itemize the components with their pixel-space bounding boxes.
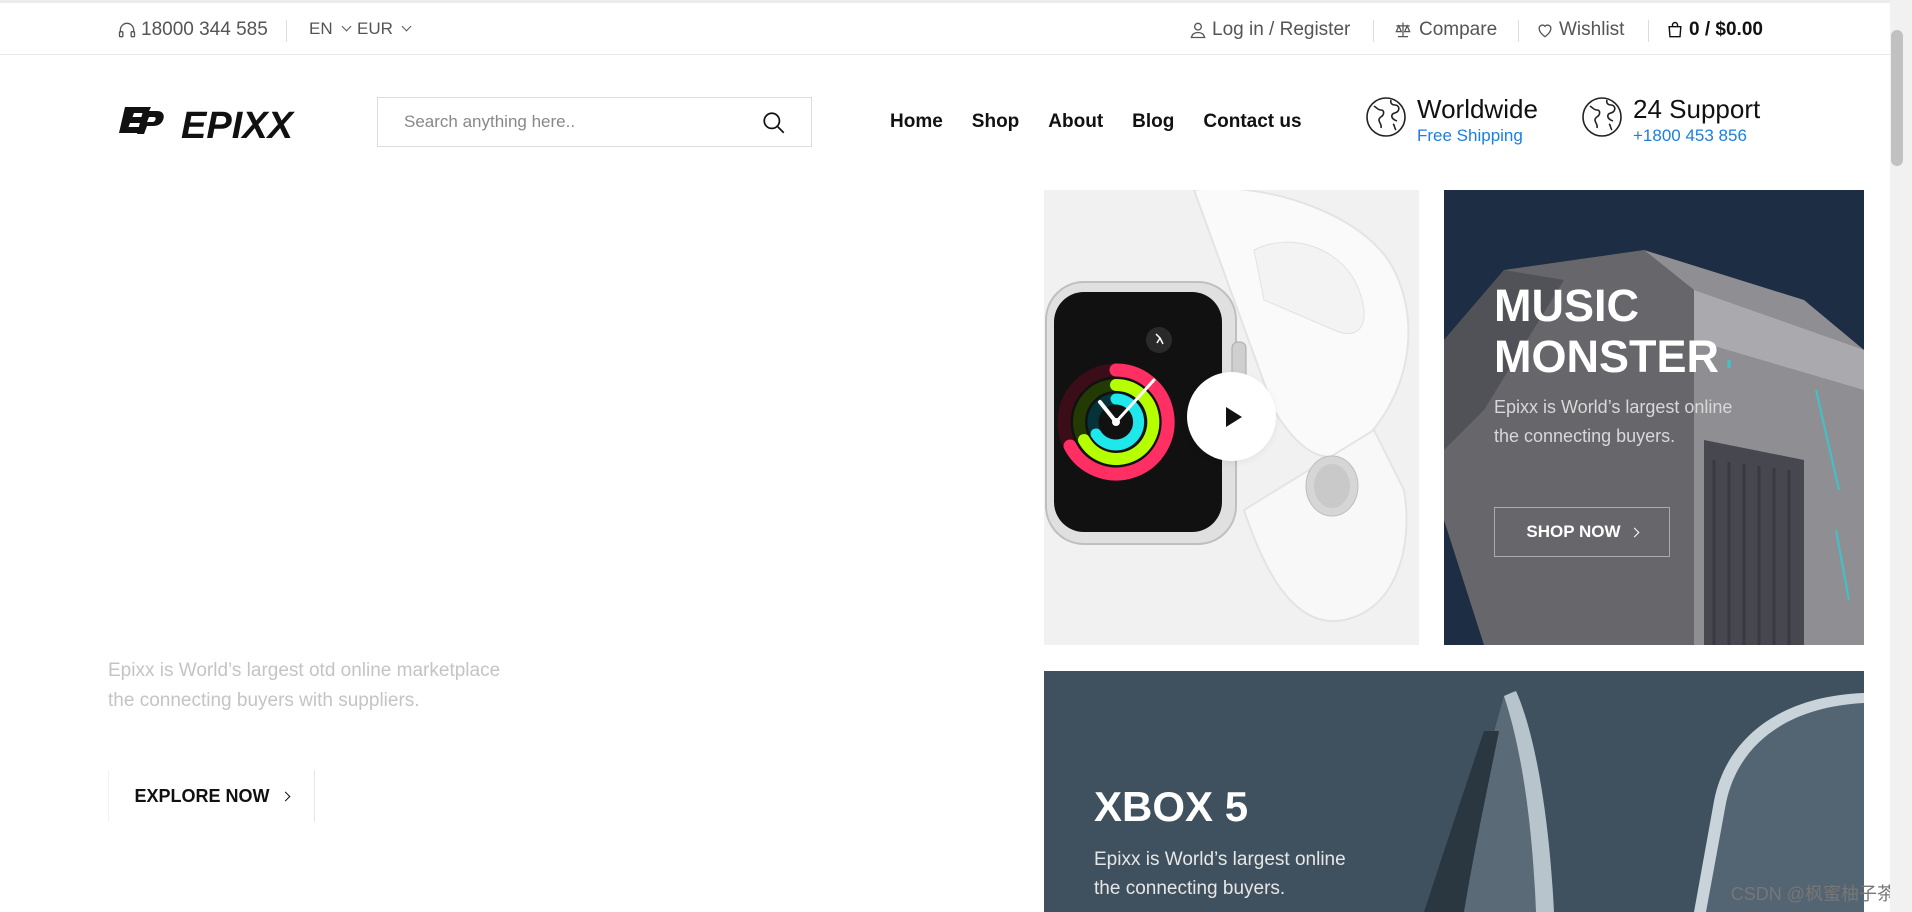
logo-text: EPIXX <box>181 105 296 143</box>
nav-home[interactable]: Home <box>890 111 943 133</box>
globe-icon <box>1366 97 1406 137</box>
scale-icon <box>1395 22 1411 38</box>
feature-title: 24 Support <box>1633 94 1761 124</box>
xbox-desc-line: the connecting buyers. <box>1094 878 1286 899</box>
music-title: MUSIC MONSTER <box>1494 280 1794 382</box>
music-title-line: MONSTER <box>1494 331 1719 382</box>
page-scrollbar[interactable] <box>1890 0 1912 912</box>
globe-icon <box>1582 97 1622 137</box>
divider <box>1373 20 1374 42</box>
search-input[interactable] <box>378 98 758 146</box>
search-box <box>377 97 812 147</box>
play-icon <box>1225 406 1242 427</box>
chevron-down-icon <box>401 21 412 32</box>
music-desc-line: Epixx is World’s largest online <box>1494 397 1733 417</box>
login-register-link[interactable]: Log in / Register <box>1188 19 1350 41</box>
hero-description: Epixx is World’s largest otd online mark… <box>108 656 568 716</box>
music-monster-banner[interactable]: MUSIC MONSTER Epixx is World’s largest o… <box>1444 190 1864 645</box>
divider <box>1518 20 1519 42</box>
music-title-line: MUSIC <box>1494 280 1639 331</box>
wishlist-label: Wishlist <box>1559 19 1625 40</box>
compare-label: Compare <box>1419 19 1498 40</box>
watch-banner[interactable] <box>1044 190 1419 645</box>
search-icon[interactable] <box>761 110 787 136</box>
shopping-bag-icon <box>1668 21 1682 38</box>
feature-subtitle: Free Shipping <box>1417 126 1523 145</box>
xbox-title: XBOX 5 <box>1094 783 1249 830</box>
feature-worldwide: Worldwide Free Shipping <box>1365 94 1538 148</box>
nav-about[interactable]: About <box>1048 111 1103 133</box>
currency-value: EUR <box>357 19 393 38</box>
feature-title: Worldwide <box>1417 94 1538 124</box>
user-icon <box>1190 22 1206 39</box>
xbox-description: Epixx is World’s largest online the conn… <box>1094 845 1394 903</box>
play-video-button[interactable] <box>1187 372 1276 461</box>
cart-total: 0 / $0.00 <box>1689 19 1763 40</box>
language-select[interactable]: EN <box>309 19 352 39</box>
login-label: Log in / Register <box>1212 19 1351 40</box>
nav-shop[interactable]: Shop <box>972 111 1020 133</box>
chevron-right-icon <box>280 791 290 801</box>
shop-now-label: SHOP NOW <box>1526 522 1621 541</box>
support-phone[interactable]: +1800 453 856 <box>1633 124 1760 148</box>
nav-blog[interactable]: Blog <box>1132 111 1174 133</box>
wishlist-link[interactable]: Wishlist <box>1535 19 1624 41</box>
scrollbar-thumb[interactable] <box>1891 30 1903 166</box>
divider <box>1648 20 1649 42</box>
explore-now-button[interactable]: EXPLORE NOW <box>108 770 315 822</box>
watermark: CSDN @枫蜜柚子茶 <box>1730 884 1895 904</box>
heart-icon <box>1538 24 1552 38</box>
feature-support: 24 Support +1800 453 856 <box>1581 94 1760 148</box>
xbox-banner[interactable]: XBOX 5 Epixx is World’s largest online t… <box>1044 671 1864 912</box>
main-nav: Home Shop About Blog Contact us <box>890 111 1331 133</box>
currency-select[interactable]: EUR <box>357 19 412 39</box>
divider <box>286 20 287 42</box>
shop-now-button[interactable]: SHOP NOW <box>1494 507 1670 557</box>
hero-desc-line: the connecting buyers with suppliers. <box>108 690 420 711</box>
compare-link[interactable]: Compare <box>1391 19 1497 41</box>
chevron-down-icon <box>341 21 352 32</box>
explore-label: EXPLORE NOW <box>134 785 270 806</box>
top-bar: 18000 344 585 EN EUR Log in / Register C… <box>0 0 1890 55</box>
cart-link[interactable]: 0 / $0.00 <box>1665 19 1763 41</box>
chevron-right-icon <box>1629 527 1640 537</box>
xbox-desc-line: Epixx is World’s largest online <box>1094 849 1346 870</box>
epixx-logo[interactable]: EPIXX <box>119 103 299 143</box>
phone-number: 18000 344 585 <box>141 19 268 40</box>
headphones-icon <box>118 22 136 38</box>
nav-contact[interactable]: Contact us <box>1203 111 1301 133</box>
phone-contact[interactable]: 18000 344 585 <box>117 19 268 41</box>
music-description: Epixx is World’s largest online the conn… <box>1494 393 1794 451</box>
language-value: EN <box>309 19 333 38</box>
music-desc-line: the connecting buyers. <box>1494 426 1676 446</box>
hero-desc-line: Epixx is World’s largest otd online mark… <box>108 660 501 681</box>
